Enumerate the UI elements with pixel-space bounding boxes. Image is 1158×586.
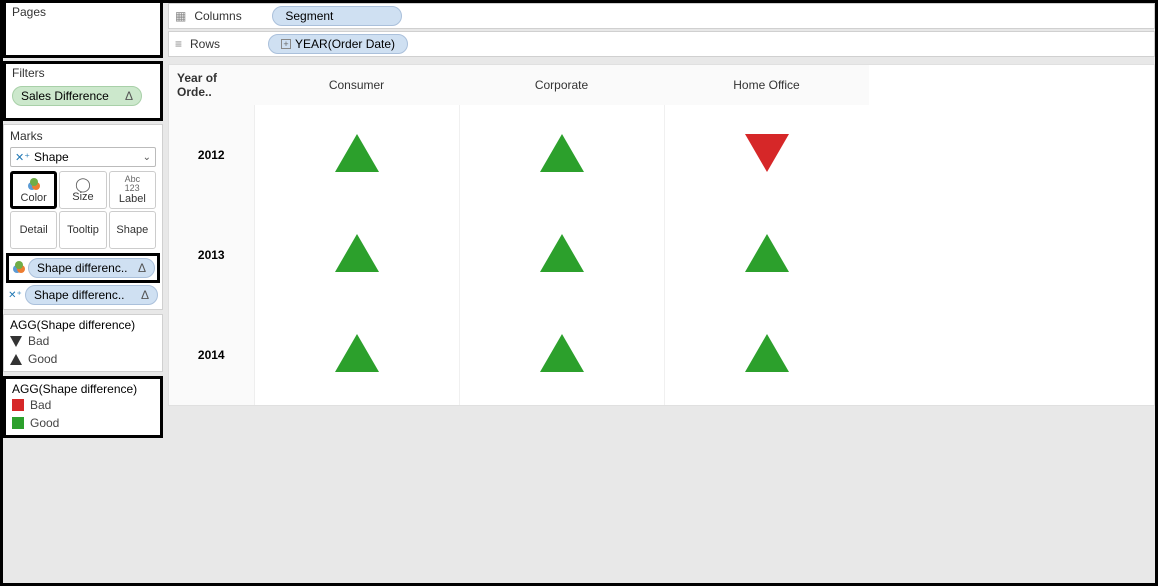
triangle-up-icon: [10, 354, 22, 365]
columns-pill-segment[interactable]: Segment: [272, 6, 402, 26]
shape-legend-good-label: Good: [28, 352, 57, 366]
color-legend-item-bad[interactable]: Bad: [12, 396, 154, 414]
pill-delta-icon: Δ: [141, 288, 149, 302]
mark-cell-tooltip-label: Tooltip: [67, 224, 99, 236]
color-legend-good-label: Good: [30, 416, 59, 430]
col-header-corporate: Corporate: [459, 65, 664, 105]
columns-icon: ▦: [175, 9, 186, 23]
mark-cell-label-label: Label: [119, 193, 146, 205]
row-header: 2013: [169, 205, 254, 305]
viz-cell[interactable]: [254, 105, 459, 205]
color-shelf-icon: [11, 259, 25, 278]
mark-cell-shape-label: Shape: [116, 224, 148, 236]
pages-title: Pages: [6, 3, 160, 21]
color-legend-item-good[interactable]: Good: [12, 414, 154, 432]
triangle-up-icon: [335, 234, 379, 272]
color-icon: [26, 176, 42, 192]
shape-legend-bad-label: Bad: [28, 334, 49, 348]
chevron-down-icon: ⌄: [143, 152, 151, 163]
mark-cell-detail[interactable]: Detail: [10, 211, 57, 249]
shape-pill-label: Shape differenc..: [34, 288, 125, 302]
triangle-up-icon: [540, 234, 584, 272]
viz-cell[interactable]: [664, 305, 869, 405]
shape-shelf-icon: ✕⁺: [8, 290, 22, 301]
columns-label: Columns: [194, 9, 264, 23]
columns-shelf[interactable]: ▦ Columns Segment: [168, 3, 1155, 29]
viz-cell[interactable]: [664, 105, 869, 205]
viz-cell[interactable]: [664, 205, 869, 305]
rows-shelf[interactable]: ≡ Rows + YEAR(Order Date): [168, 31, 1155, 57]
shape-legend-item-good[interactable]: Good: [10, 350, 156, 368]
viz-cell[interactable]: [459, 305, 664, 405]
viz-cell[interactable]: [254, 205, 459, 305]
triangle-up-icon: [745, 334, 789, 372]
shape-select-icon: ✕⁺: [15, 151, 30, 164]
label-icon: Abc123: [125, 175, 141, 193]
col-header-home-office: Home Office: [664, 65, 869, 105]
row-axis-title: Year of Orde..: [169, 65, 254, 105]
rows-pill-year-order-date[interactable]: + YEAR(Order Date): [268, 34, 408, 54]
color-pill-shape-difference[interactable]: Shape differenc.. Δ: [28, 258, 155, 278]
rows-label: Rows: [190, 37, 260, 51]
color-legend-bad-label: Bad: [30, 398, 51, 412]
pages-shelf[interactable]: Pages: [3, 3, 163, 58]
color-shelf-pill-row: Shape differenc.. Δ: [6, 253, 160, 283]
expand-icon[interactable]: +: [281, 39, 291, 49]
rows-pill-label: YEAR(Order Date): [295, 37, 395, 51]
size-icon: ◯: [75, 177, 91, 191]
filters-title: Filters: [6, 64, 160, 82]
viz-body: 201220132014: [169, 105, 869, 405]
color-legend: AGG(Shape difference) Bad Good: [3, 376, 163, 438]
pill-delta-icon: Δ: [125, 89, 133, 103]
triangle-down-icon: [10, 336, 22, 347]
triangle-up-icon: [745, 234, 789, 272]
mark-cell-detail-label: Detail: [20, 224, 48, 236]
mark-cell-label[interactable]: Abc123 Label: [109, 171, 156, 209]
filters-shelf[interactable]: Filters Sales Difference Δ: [3, 61, 163, 121]
viz-cell[interactable]: [459, 105, 664, 205]
marks-title: Marks: [6, 127, 160, 145]
red-swatch: [12, 399, 24, 411]
filter-pill-sales-difference[interactable]: Sales Difference Δ: [12, 86, 142, 106]
columns-pill-label: Segment: [285, 9, 333, 23]
triangle-up-icon: [335, 134, 379, 172]
triangle-up-icon: [335, 334, 379, 372]
mark-cell-size[interactable]: ◯ Size: [59, 171, 106, 209]
shape-legend-title: AGG(Shape difference): [10, 318, 156, 332]
triangle-up-icon: [540, 334, 584, 372]
filter-pill-label: Sales Difference: [21, 89, 109, 103]
shape-shelf-pill-row: ✕⁺ Shape differenc.. Δ: [6, 283, 160, 307]
color-pill-label: Shape differenc..: [37, 261, 128, 275]
shape-legend: AGG(Shape difference) Bad Good: [3, 314, 163, 372]
mark-cell-color[interactable]: Color: [10, 171, 57, 209]
viz-cell[interactable]: [459, 205, 664, 305]
triangle-up-icon: [540, 134, 584, 172]
green-swatch: [12, 417, 24, 429]
mark-cell-size-label: Size: [72, 191, 93, 203]
pill-delta-icon: Δ: [138, 261, 146, 275]
row-header: 2012: [169, 105, 254, 205]
main-area: ▦ Columns Segment ≡ Rows + YEAR(Order Da…: [163, 3, 1155, 583]
color-legend-title: AGG(Shape difference): [12, 382, 154, 396]
rows-icon: ≡: [175, 37, 182, 51]
marks-grid: Color ◯ Size Abc123 Label Detail Tooltip: [6, 169, 160, 251]
col-header-consumer: Consumer: [254, 65, 459, 105]
viz-table: Year of Orde.. Consumer Corporate Home O…: [168, 64, 1155, 406]
mark-cell-tooltip[interactable]: Tooltip: [59, 211, 106, 249]
shape-pill-shape-difference[interactable]: Shape differenc.. Δ: [25, 285, 158, 305]
left-panel: Pages Filters Sales Difference Δ Marks ✕…: [3, 3, 163, 583]
triangle-down-icon: [745, 134, 789, 172]
mark-cell-color-label: Color: [21, 192, 47, 204]
shape-legend-item-bad[interactable]: Bad: [10, 332, 156, 350]
mark-cell-shape[interactable]: Shape: [109, 211, 156, 249]
mark-type-dropdown[interactable]: ✕⁺ Shape ⌄: [10, 147, 156, 167]
row-header: 2014: [169, 305, 254, 405]
marks-card: Marks ✕⁺ Shape ⌄ Color ◯ Size Abc123 Lab…: [3, 124, 163, 310]
viz-cell[interactable]: [254, 305, 459, 405]
mark-type-label: Shape: [34, 150, 143, 164]
